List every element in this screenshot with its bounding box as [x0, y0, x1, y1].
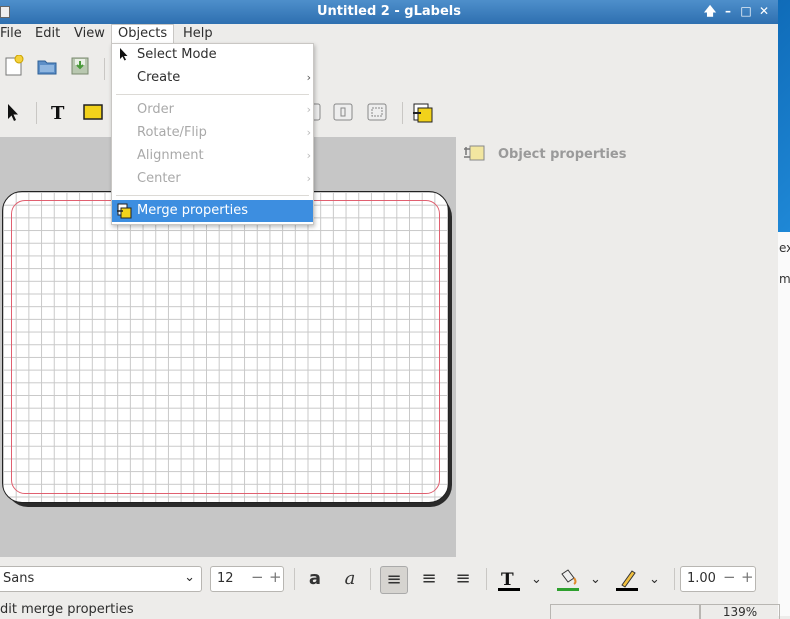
text-tool-icon[interactable]: T	[47, 101, 69, 123]
object-properties-title: Object properties	[498, 147, 627, 162]
text-color-icon[interactable]: T	[496, 568, 522, 592]
menu-item-create[interactable]: Create ›	[112, 67, 313, 89]
align-center-icon[interactable]: ≡	[416, 566, 442, 592]
align-left-icon[interactable]: ≡	[380, 566, 408, 594]
increment-icon[interactable]: +	[269, 568, 282, 586]
menu-file[interactable]: File	[0, 24, 28, 46]
line-width-value: 1.00	[687, 571, 716, 586]
toolbar-separator	[104, 58, 105, 80]
save-icon[interactable]	[69, 55, 91, 77]
submenu-arrow-icon: ›	[306, 126, 311, 139]
submenu-arrow-icon: ›	[306, 71, 311, 84]
menu-separator	[116, 195, 309, 196]
label-safe-margin	[11, 200, 440, 494]
background-window-text: m	[779, 272, 790, 286]
chevron-down-icon[interactable]: ⌄	[531, 572, 542, 587]
objects-menu-dropdown: Select Mode Create › Order › Rotate/Flip…	[111, 43, 314, 225]
decrement-icon[interactable]: −	[251, 568, 264, 586]
fill-color-icon[interactable]	[555, 568, 581, 592]
menu-item-select-mode[interactable]: Select Mode	[112, 44, 313, 66]
submenu-arrow-icon: ›	[306, 103, 311, 116]
label-grid[interactable]	[2, 191, 449, 503]
fit-page-icon[interactable]	[366, 101, 388, 123]
rotate-icon[interactable]	[332, 101, 354, 123]
maximize-window-icon[interactable]: □	[738, 3, 754, 19]
merge-properties-icon	[117, 203, 132, 219]
background-window-text: ex	[779, 241, 790, 255]
increment-icon[interactable]: +	[741, 568, 754, 586]
open-folder-icon[interactable]	[36, 55, 58, 77]
font-size-spinner[interactable]: 12 − +	[210, 566, 284, 592]
window-title: Untitled 2 - gLabels	[317, 4, 461, 19]
desktop-wallpaper	[778, 0, 790, 232]
status-message: dit merge properties	[0, 602, 134, 617]
chevron-down-icon[interactable]: ⌄	[590, 572, 601, 587]
toolbar-separator	[370, 568, 371, 590]
menu-item-merge-properties[interactable]: Merge properties	[112, 200, 313, 222]
status-bar: dit merge properties 139%	[0, 600, 780, 619]
select-arrow-icon[interactable]	[2, 101, 24, 123]
zoom-level: 139%	[700, 604, 780, 619]
menu-item-order[interactable]: Order ›	[112, 99, 313, 121]
menu-item-center[interactable]: Center ›	[112, 168, 313, 190]
decrement-icon[interactable]: −	[723, 568, 736, 586]
menu-edit[interactable]: Edit	[29, 24, 66, 46]
line-color-icon[interactable]	[614, 568, 640, 592]
menu-item-rotate-flip[interactable]: Rotate/Flip ›	[112, 122, 313, 144]
menu-view[interactable]: View	[68, 24, 111, 46]
bold-icon[interactable]: a	[302, 566, 328, 592]
font-family-value: Sans	[3, 571, 35, 586]
properties-icon	[464, 145, 485, 161]
new-document-icon[interactable]	[3, 55, 25, 77]
font-size-value: 12	[217, 571, 234, 586]
box-tool-icon[interactable]	[82, 101, 104, 123]
minimize-window-icon[interactable]: –	[720, 3, 736, 19]
object-properties-panel: Object properties	[460, 137, 778, 557]
cursor-position-box	[550, 604, 700, 619]
toolbar-separator	[36, 102, 37, 124]
toolbar-separator	[294, 568, 295, 590]
text-format-toolbar: Sans ⌄ 12 − + a a ≡ ≡ ≡ T ⌄ ⌄ ⌄ 1.00 − +	[0, 562, 778, 598]
select-arrow-icon	[120, 48, 128, 61]
toolbar-separator	[674, 568, 675, 590]
align-right-icon[interactable]: ≡	[450, 566, 476, 592]
line-width-spinner[interactable]: 1.00 − +	[680, 566, 756, 592]
menu-item-alignment[interactable]: Alignment ›	[112, 145, 313, 167]
chevron-down-icon: ⌄	[184, 570, 195, 585]
font-family-select[interactable]: Sans ⌄	[0, 566, 202, 592]
merge-properties-icon[interactable]	[411, 101, 435, 125]
toolbar-separator	[402, 102, 403, 124]
close-window-icon[interactable]: ✕	[756, 3, 772, 19]
svg-text:T: T	[51, 103, 65, 123]
submenu-arrow-icon: ›	[306, 149, 311, 162]
menu-separator	[116, 94, 309, 95]
title-bar: Untitled 2 - gLabels 🡅 – □ ✕	[0, 0, 778, 24]
shade-window-icon[interactable]: 🡅	[702, 3, 718, 19]
italic-icon[interactable]: a	[337, 566, 363, 592]
chevron-down-icon[interactable]: ⌄	[649, 572, 660, 587]
submenu-arrow-icon: ›	[306, 172, 311, 185]
toolbar-separator	[486, 568, 487, 590]
svg-text:T: T	[501, 570, 514, 590]
